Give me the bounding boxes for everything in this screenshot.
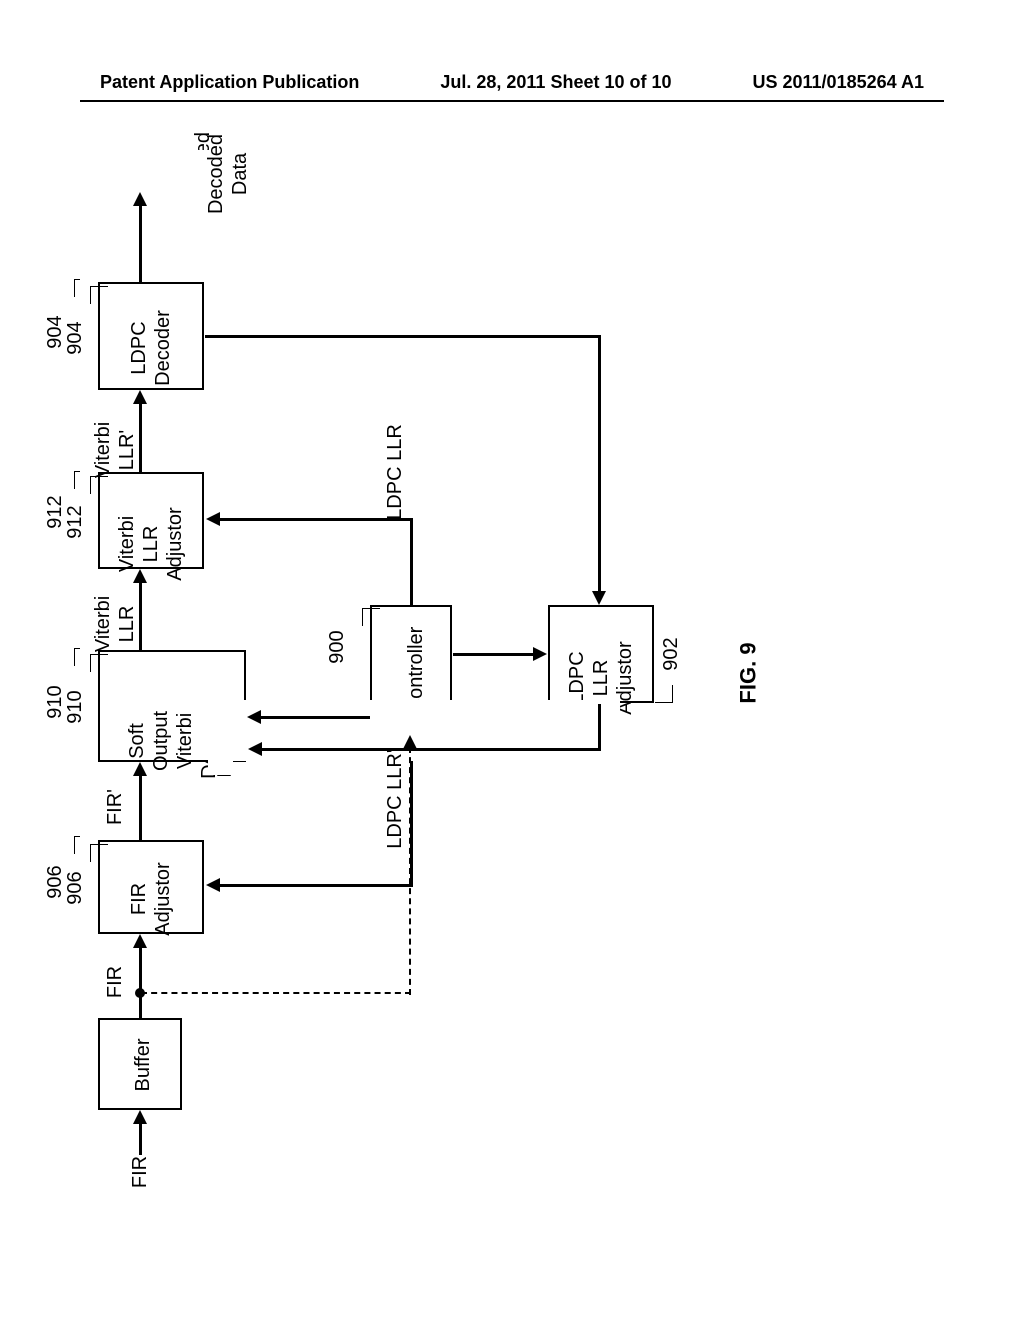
l-fir-adj: FIR Adjustor bbox=[127, 854, 175, 944]
l-buffer: Buffer bbox=[131, 1030, 155, 1100]
dash-v bbox=[409, 747, 411, 995]
llrp-across bbox=[262, 748, 601, 751]
clean-layer: FIR Buffer FIR FIR Adjustor 906 FIR' Sof… bbox=[80, 150, 880, 1210]
l-ldpc-llr: LDPC LLR bbox=[383, 417, 407, 527]
header-right: US 2011/0185264 A1 bbox=[753, 72, 924, 93]
l-904: 904 bbox=[63, 313, 87, 363]
l-ldpc-llrp: LDPC LLR' bbox=[383, 739, 407, 859]
dash-h bbox=[141, 992, 411, 994]
l-vllr: Viterbi LLR bbox=[91, 584, 139, 664]
fig-label: FIG. 9 bbox=[736, 642, 762, 703]
dash-arrow bbox=[403, 735, 417, 749]
l-910: 910 bbox=[63, 682, 87, 732]
l-902: 902 bbox=[659, 629, 683, 679]
l-900: 900 bbox=[325, 622, 349, 672]
header-rule bbox=[80, 100, 944, 102]
l-firp: FIR' bbox=[103, 782, 127, 832]
l-vllrp: Viterbi LLR' bbox=[91, 410, 139, 490]
llrp-down bbox=[598, 704, 601, 750]
l-ldpc: LDPC Decoder bbox=[127, 303, 175, 393]
llrp-arrow bbox=[248, 742, 262, 756]
l-912: 912 bbox=[63, 497, 87, 547]
header-center: Jul. 28, 2011 Sheet 10 of 10 bbox=[440, 72, 671, 93]
l-ddata: Decoded Data bbox=[204, 124, 252, 224]
header-left: Patent Application Publication bbox=[100, 72, 359, 93]
l-vadj: Viterbi LLR Adjustor bbox=[115, 499, 187, 589]
l-906: 906 bbox=[63, 863, 87, 913]
l-fir2: FIR bbox=[103, 957, 127, 1007]
